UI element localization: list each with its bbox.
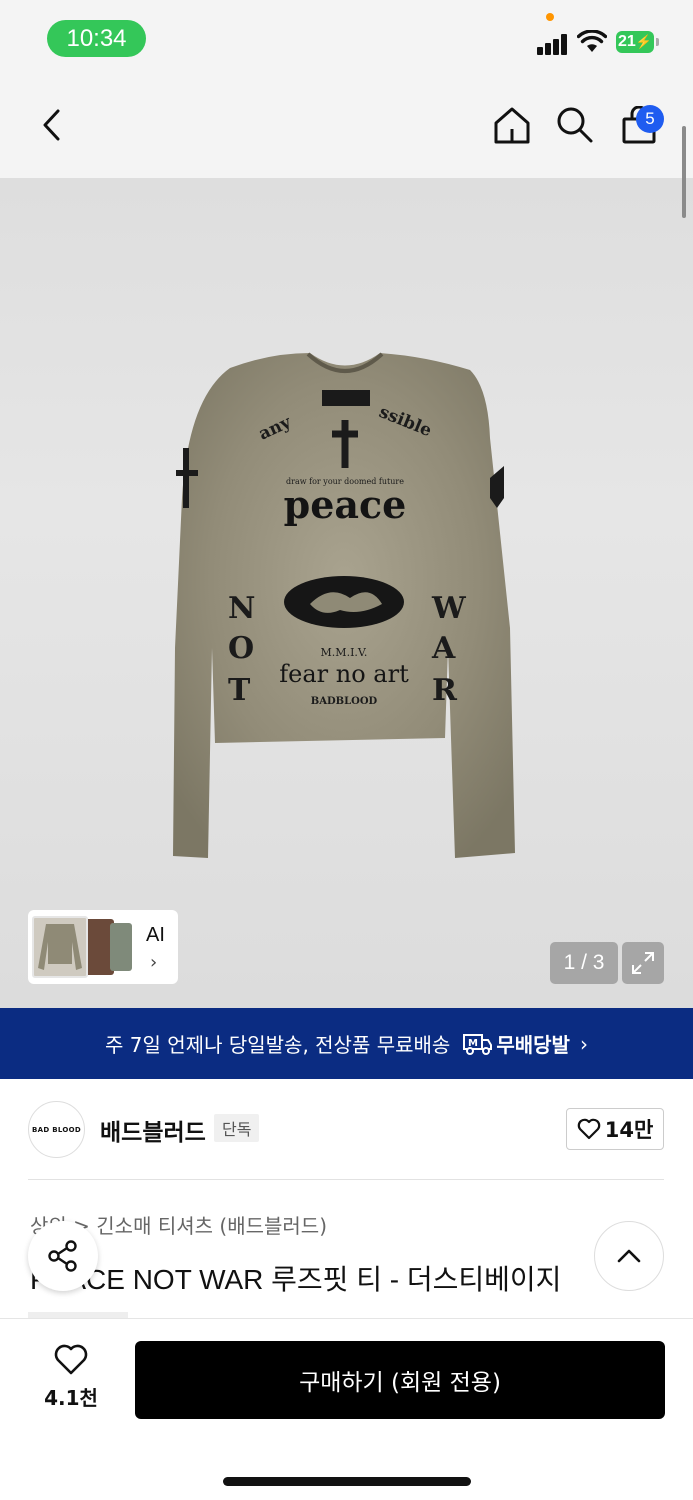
buy-button[interactable]: 구매하기 (회원 전용) xyxy=(135,1341,665,1419)
product-image-gallery[interactable]: any ssible draw for your doomed future p… xyxy=(0,178,693,1008)
battery-nub xyxy=(656,38,659,46)
shipping-banner-text: 주 7일 언제나 당일발송, 전상품 무료배송 xyxy=(105,1033,451,1057)
print-right-a: A xyxy=(431,631,456,666)
product-title: PEACE NOT WAR 루즈핏 티 - 더스티베이지 xyxy=(30,1264,562,1295)
share-icon xyxy=(48,1240,77,1272)
print-mmiv: M.M.I.V. xyxy=(321,646,368,659)
brand-logo-text: BAD BLOOD xyxy=(32,1125,81,1134)
privacy-indicator-dot xyxy=(546,13,554,21)
exclusive-badge: 단독 xyxy=(214,1114,260,1142)
product-image: any ssible draw for your doomed future p… xyxy=(170,348,520,868)
free-shipping-logo: M 무배당발 xyxy=(462,1029,570,1058)
bottom-action-bar: 4.1천 구매하기 (회원 전용) xyxy=(0,1318,693,1500)
ai-label: AI xyxy=(146,924,165,946)
chevron-left-icon xyxy=(43,109,60,141)
delivery-truck-icon: M xyxy=(463,1033,493,1055)
chevron-right-icon: › xyxy=(579,1031,588,1056)
home-indicator xyxy=(223,1477,471,1486)
chevron-right-icon: › xyxy=(150,952,158,973)
shipping-banner[interactable]: 주 7일 언제나 당일발송, 전상품 무료배송 M 무배당발 › xyxy=(0,1008,693,1079)
expand-icon xyxy=(632,952,654,974)
status-bar: 10:34 21⚡ xyxy=(0,0,693,78)
wishlist-button[interactable]: 4.1천 xyxy=(40,1344,102,1414)
print-right-w: W xyxy=(431,591,467,626)
product-page: 10:34 21⚡ 5 any ssible draw for your doo… xyxy=(0,0,693,1500)
brand-logo[interactable]: BAD BLOOD xyxy=(28,1101,85,1158)
top-nav xyxy=(0,78,693,178)
search-button[interactable] xyxy=(550,100,600,150)
share-button[interactable] xyxy=(28,1221,98,1291)
home-button[interactable] xyxy=(487,100,537,150)
logo-mark: M xyxy=(468,1038,478,1049)
wifi-icon xyxy=(577,30,607,52)
brand-like-count: 14만 xyxy=(604,1118,654,1142)
brand-like-button[interactable]: 14만 xyxy=(566,1108,664,1150)
back-button[interactable] xyxy=(26,100,76,150)
cellular-signal-icon xyxy=(537,33,569,55)
similar-items-ai-button[interactable]: AI › xyxy=(28,910,178,984)
thumbnail-image xyxy=(32,916,88,978)
image-counter: 1 / 3 xyxy=(550,942,618,984)
print-left-o: O xyxy=(228,631,254,666)
status-time: 10:34 xyxy=(47,20,146,57)
print-peace: peace xyxy=(284,482,407,527)
cart-count-badge: 5 xyxy=(636,105,664,133)
free-shipping-logo-text: 무배당발 xyxy=(496,1033,570,1057)
chevron-up-icon xyxy=(617,1249,641,1263)
heart-icon xyxy=(577,1118,601,1140)
thumbnail-image-3 xyxy=(110,923,132,971)
wishlist-count: 4.1천 xyxy=(44,1386,98,1410)
print-right-r: R xyxy=(432,673,458,708)
brand-row: BAD BLOOD 배드블러드 단독 14만 xyxy=(0,1079,693,1179)
home-icon xyxy=(494,107,530,144)
print-left-t: T xyxy=(228,673,251,708)
battery-icon: 21⚡ xyxy=(616,31,654,53)
battery-level: 21 xyxy=(618,33,636,50)
scroll-to-top-button[interactable] xyxy=(594,1221,664,1291)
brand-name[interactable]: 배드블러드 xyxy=(100,1113,206,1147)
heart-icon xyxy=(54,1344,88,1375)
print-brand: BADBLOOD xyxy=(311,696,378,707)
divider xyxy=(28,1179,664,1180)
print-left-n: N xyxy=(228,591,255,626)
print-fear: fear no art xyxy=(279,660,409,688)
fullscreen-button[interactable] xyxy=(622,942,664,984)
scrollbar[interactable] xyxy=(682,126,686,218)
search-icon xyxy=(557,107,593,143)
